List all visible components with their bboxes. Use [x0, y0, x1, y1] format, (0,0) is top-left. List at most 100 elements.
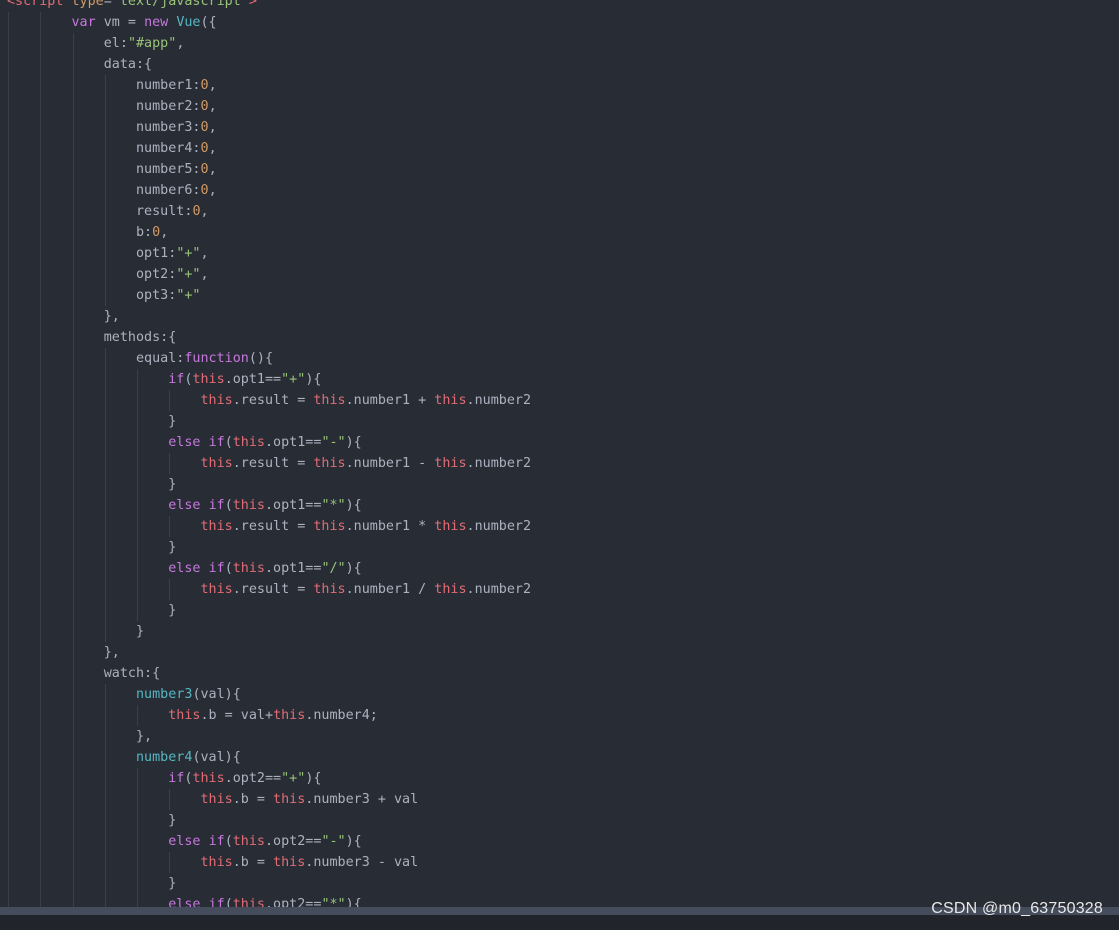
- code-token-plain: vm =: [95, 15, 145, 30]
- indent-guide: [72, 348, 74, 369]
- indent-guide: [40, 705, 42, 726]
- code-token-this: this: [434, 582, 467, 597]
- indent-guide: [72, 495, 74, 516]
- indent-guide: [8, 369, 9, 390]
- indent-guide: [169, 852, 171, 873]
- indent-guide: [40, 33, 42, 54]
- code-line: this.result = this.number1 + this.number…: [7, 390, 1119, 411]
- indent-guide: [137, 369, 138, 390]
- code-token-plain: .b = val+: [200, 708, 274, 723]
- code-token-plain: .number3 + val: [305, 792, 419, 807]
- code-editor[interactable]: <script type="text/javascript"> var vm =…: [0, 0, 1119, 930]
- indent-guide: [40, 453, 42, 474]
- indent-guide: [72, 516, 74, 537]
- indent-guide: [72, 222, 74, 243]
- code-line: this.result = this.number1 / this.number…: [7, 579, 1119, 600]
- indent-guide: [104, 705, 106, 726]
- code-token-plain: },: [136, 729, 153, 744]
- code-token-plain: ){: [345, 561, 362, 576]
- code-token-this: this: [192, 771, 225, 786]
- code-token-this: this: [200, 456, 233, 471]
- code-line: el:"#app",: [7, 33, 1119, 54]
- code-token-this: this: [168, 708, 201, 723]
- code-token-plain: .opt1==: [265, 561, 322, 576]
- code-token-str: "+": [176, 246, 201, 261]
- code-line: },: [7, 642, 1119, 663]
- indent-guide: [169, 390, 171, 411]
- indent-guide: [40, 75, 42, 96]
- code-line: equal:function(){: [7, 348, 1119, 369]
- code-line: }: [7, 474, 1119, 495]
- indent-guide: [104, 810, 106, 831]
- code-token-num: 0: [200, 162, 209, 177]
- indent-guide: [72, 327, 74, 348]
- code-token-kw: new: [144, 15, 169, 30]
- indent-guide: [8, 180, 9, 201]
- indent-guide: [40, 327, 42, 348]
- code-line: },: [7, 726, 1119, 747]
- indent-guide: [40, 159, 42, 180]
- code-token-plain: (val){: [192, 687, 241, 702]
- indent-guide: [137, 831, 138, 852]
- indent-guide: [104, 831, 106, 852]
- indent-guide: [40, 390, 42, 411]
- indent-guide: [72, 453, 74, 474]
- indent-guide: [40, 747, 42, 768]
- indent-guide: [72, 873, 74, 894]
- code-token-str: "text/javascript": [111, 0, 249, 9]
- code-line: number5:0,: [7, 159, 1119, 180]
- code-token-this: this: [273, 708, 306, 723]
- indent-guide: [104, 579, 106, 600]
- indent-guide: [72, 852, 74, 873]
- indent-guide: [137, 768, 138, 789]
- code-token-plain: number4:: [136, 141, 201, 156]
- code-token-plain: ,: [200, 267, 209, 282]
- indent-guide: [40, 516, 42, 537]
- code-token-plain: .number2: [466, 582, 532, 597]
- indent-guide: [104, 726, 106, 747]
- indent-guide: [40, 642, 42, 663]
- code-token-plain: .result =: [232, 582, 314, 597]
- code-token-this: this: [200, 519, 233, 534]
- indent-guide: [72, 684, 74, 705]
- code-token-str: "-": [321, 435, 346, 450]
- code-token-this: this: [313, 519, 346, 534]
- code-token-kw: if: [168, 771, 185, 786]
- indent-guide: [8, 558, 9, 579]
- indent-guide: [40, 96, 42, 117]
- indent-guide: [8, 873, 9, 894]
- code-token-this: this: [200, 393, 233, 408]
- code-token-plain: .result =: [232, 393, 314, 408]
- code-line: number6:0,: [7, 180, 1119, 201]
- code-token-plain: opt3:: [136, 288, 177, 303]
- code-view[interactable]: <script type="text/javascript"> var vm =…: [7, 0, 1119, 915]
- indent-guide: [8, 663, 9, 684]
- indent-guide: [137, 432, 138, 453]
- code-line: number4(val){: [7, 747, 1119, 768]
- code-token-this: this: [232, 561, 265, 576]
- code-token-plain: ({: [200, 15, 217, 30]
- indent-guide: [8, 390, 9, 411]
- indent-guide: [8, 264, 9, 285]
- code-line: number3(val){: [7, 684, 1119, 705]
- code-line: opt1:"+",: [7, 243, 1119, 264]
- indent-guide: [72, 390, 74, 411]
- indent-guide: [72, 75, 74, 96]
- indent-guide: [8, 831, 9, 852]
- indent-guide: [137, 579, 138, 600]
- code-token-fn: Vue: [176, 15, 201, 30]
- indent-guide: [40, 726, 42, 747]
